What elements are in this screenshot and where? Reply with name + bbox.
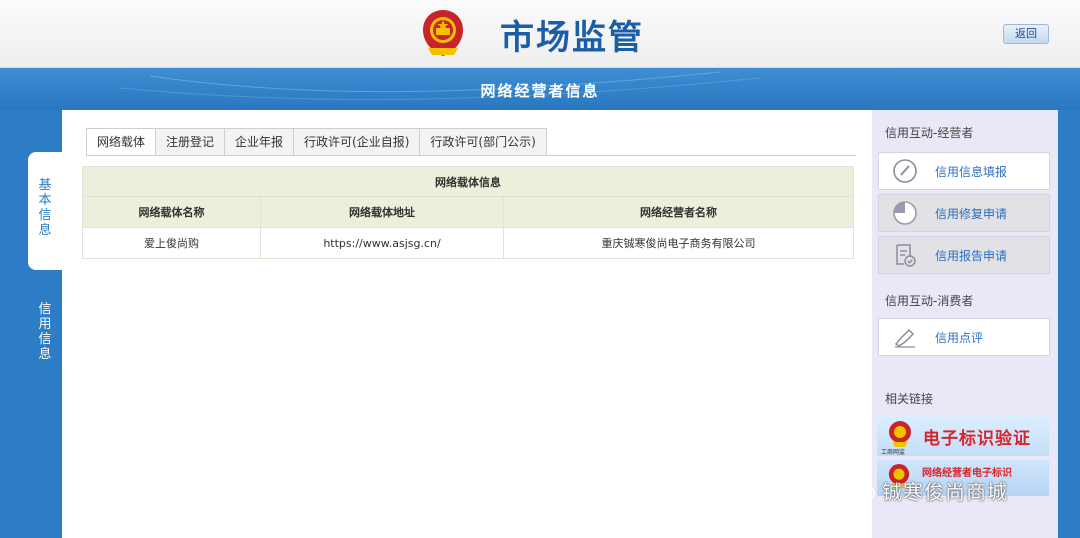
tab-license-self[interactable]: 行政许可(企业自报) (294, 128, 421, 156)
table-cell: 爱上俊尚购 (82, 227, 261, 259)
site-title: 市场监管 (500, 17, 644, 58)
right-sidebar: 信用互动-经营者 信用信息填报 信用修复申请 信用报告申请 信用互动-消费者 信… (872, 110, 1058, 538)
tab-credit-info[interactable]: 信用信息 (28, 298, 62, 378)
pie-chart-icon (891, 199, 919, 227)
top-header: 市场监管 返回 (0, 0, 1080, 68)
credit-repair-button[interactable]: 信用修复申请 (878, 194, 1050, 232)
e-id-verify-text: 电子标识验证 (923, 429, 1031, 449)
credit-review-label: 信用点评 (935, 330, 984, 345)
table-caption: 网络载体信息 (82, 166, 854, 197)
national-emblem-icon (420, 8, 466, 60)
credit-report-button[interactable]: 信用报告申请 (878, 236, 1050, 274)
tab-registration[interactable]: 注册登记 (156, 128, 226, 156)
watermark-text: 铖寒俊尚商城 (882, 480, 1008, 504)
report-check-icon (891, 241, 919, 269)
main-panel: 网络载体 注册登记 企业年报 行政许可(企业自报) 行政许可(部门公示) 网络载… (62, 110, 872, 538)
tab-credit-info-label: 信用信息 (38, 302, 52, 362)
e-id-verify-sub: 工商网监 (881, 449, 906, 456)
table-row: 爱上俊尚购 https://www.asjsg.cn/ 重庆铖寒俊尚电子商务有限… (82, 227, 854, 259)
back-button[interactable]: 返回 (1003, 24, 1049, 44)
tab-network-carrier[interactable]: 网络载体 (86, 128, 157, 156)
tab-bar: 网络载体 注册登记 企业年报 行政许可(企业自报) 行政许可(部门公示) (86, 128, 547, 156)
tab-divider (86, 155, 856, 156)
tab-basic-info-label: 基本信息 (38, 178, 52, 238)
watermark: 铖寒俊尚商城 (846, 476, 1008, 505)
credit-info-fill-label: 信用信息填报 (935, 164, 1008, 179)
credit-report-label: 信用报告申请 (935, 248, 1008, 263)
brand: 市场监管 (420, 6, 644, 62)
emblem-small-icon (889, 421, 911, 447)
comment-edit-icon (891, 323, 919, 351)
credit-info-fill-button[interactable]: 信用信息填报 (878, 152, 1050, 190)
links-heading: 相关链接 (885, 392, 934, 406)
wechat-icon (846, 479, 875, 500)
tab-annual-report[interactable]: 企业年报 (225, 128, 295, 156)
pencil-circle-icon (891, 157, 919, 185)
credit-review-button[interactable]: 信用点评 (878, 318, 1050, 356)
tab-license-dept[interactable]: 行政许可(部门公示) (420, 128, 547, 156)
carrier-table: 网络载体信息 网络载体名称 网络载体地址 网络经营者名称 爱上俊尚购 https… (82, 166, 854, 259)
column-header: 网络载体名称 (82, 196, 261, 228)
tab-basic-info[interactable]: 基本信息 (28, 152, 62, 270)
operator-heading: 信用互动-经营者 (885, 126, 974, 140)
table-cell: 重庆铖寒俊尚电子商务有限公司 (503, 227, 854, 259)
consumer-heading: 信用互动-消费者 (885, 294, 974, 308)
column-header: 网络载体地址 (260, 196, 504, 228)
e-id-verify-link[interactable]: 电子标识验证 工商网监 (877, 416, 1049, 456)
column-header: 网络经营者名称 (503, 196, 854, 228)
table-cell: https://www.asjsg.cn/ (260, 227, 504, 259)
credit-repair-label: 信用修复申请 (935, 206, 1008, 221)
section-title: 网络经营者信息 (480, 82, 600, 100)
